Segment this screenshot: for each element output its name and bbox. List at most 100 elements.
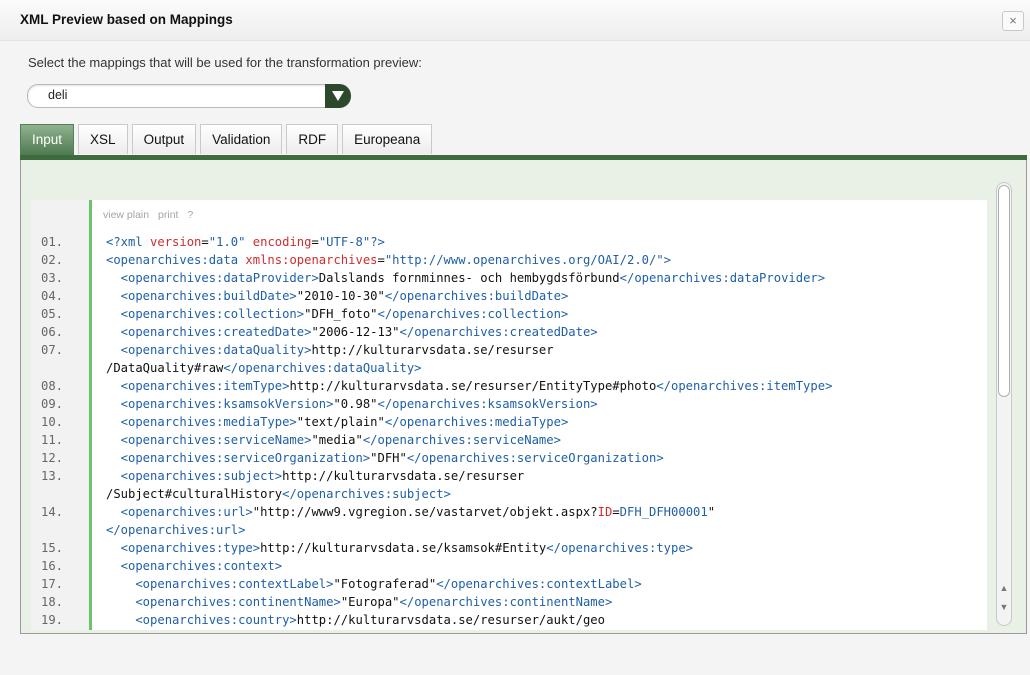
code-line-content: <?xml version="1.0" encoding="UTF-8"?> bbox=[106, 233, 385, 251]
code-line-content: <openarchives:continentName>"Europa"</op… bbox=[106, 593, 612, 611]
code-token: DFH_DFH00001 bbox=[619, 505, 708, 519]
code-token: "Fotograferad" bbox=[333, 577, 437, 591]
code-token: "http://www9.vgregion.se/vastarvet/objek… bbox=[252, 505, 598, 519]
mapping-select[interactable]: deli bbox=[27, 84, 351, 108]
code-line-content: <openarchives:dataProvider>Dalslands for… bbox=[106, 269, 825, 287]
code-token: > bbox=[663, 253, 672, 267]
code-line: 07. <openarchives:dataQuality>http://kul… bbox=[31, 341, 987, 377]
tab-output[interactable]: Output bbox=[131, 124, 197, 154]
code-token: http://kulturarvsdata.se/resurser/Entity… bbox=[289, 379, 657, 393]
code-token: </openarchives:serviceName> bbox=[362, 433, 561, 447]
code-token: "1.0" bbox=[208, 235, 246, 249]
line-number: 17. bbox=[41, 577, 64, 591]
code-token: = bbox=[612, 505, 620, 519]
code-token: "UTF-8" bbox=[318, 235, 371, 249]
line-number: 12. bbox=[41, 451, 64, 465]
code-line-content: <openarchives:serviceName>"media"</opena… bbox=[106, 431, 561, 449]
line-number: 08. bbox=[41, 379, 64, 393]
close-button[interactable]: × bbox=[1002, 11, 1024, 31]
code-token: </openarchives:url> bbox=[106, 523, 246, 537]
code-token: <openarchives:createdDate> bbox=[106, 325, 312, 339]
code-line: 10. <openarchives:mediaType>"text/plain"… bbox=[31, 413, 987, 431]
code-token: "DFH_foto" bbox=[304, 307, 378, 321]
dialog-title: XML Preview based on Mappings bbox=[20, 12, 233, 27]
code-token: ?> bbox=[370, 235, 385, 249]
code-line: 18. <openarchives:continentName>"Europa"… bbox=[31, 593, 987, 611]
code-line-wrapped: /DataQuality#raw</openarchives:dataQuali… bbox=[106, 359, 422, 377]
code-line: 01. <?xml version="1.0" encoding="UTF-8"?… bbox=[31, 233, 987, 251]
code-token: </openarchives:buildDate> bbox=[384, 289, 569, 303]
scrollbar-thumb[interactable] bbox=[998, 185, 1010, 397]
scroll-up-arrow-icon[interactable]: ▲ bbox=[999, 583, 1009, 593]
close-icon: × bbox=[1009, 13, 1017, 28]
code-token: <openarchives:serviceOrganization> bbox=[106, 451, 371, 465]
code-token: </openarchives:ksamsokVersion> bbox=[377, 397, 598, 411]
code-line: 09. <openarchives:ksamsokVersion>"0.98"<… bbox=[31, 395, 987, 413]
code-line-content: <openarchives:type>http://kulturarvsdata… bbox=[106, 539, 693, 557]
code-token: encoding bbox=[252, 235, 312, 249]
code-toolbar: view plain print ? bbox=[103, 209, 199, 221]
chevron-down-icon bbox=[325, 84, 351, 108]
code-token: <openarchives:continentName> bbox=[106, 595, 341, 609]
code-line-content: <openarchives:ksamsokVersion>"0.98"</ope… bbox=[106, 395, 598, 413]
code-line-content: <openarchives:collection>"DFH_foto"</ope… bbox=[106, 305, 569, 323]
code-token: <openarchives:dataProvider> bbox=[106, 271, 319, 285]
code-token: </openarchives:itemType> bbox=[656, 379, 833, 393]
tab-rdf[interactable]: RDF bbox=[286, 124, 339, 154]
line-number: 10. bbox=[41, 415, 64, 429]
code-token: "0.98" bbox=[333, 397, 378, 411]
vertical-scrollbar[interactable]: ▲ ▼ bbox=[996, 182, 1012, 626]
line-number: 01. bbox=[41, 235, 64, 249]
code-token: "2010-10-30" bbox=[296, 289, 385, 303]
code-line: 19. <openarchives:country>http://kultura… bbox=[31, 611, 987, 629]
code-line-content: <openarchives:context> bbox=[106, 557, 282, 575]
tab-input[interactable]: Input bbox=[20, 124, 75, 155]
code-viewer: view plain print ? 01. <?xml version="1.0… bbox=[31, 200, 987, 630]
line-number: 15. bbox=[41, 541, 64, 555]
scroll-down-arrow-icon[interactable]: ▼ bbox=[999, 602, 1009, 612]
tab-europeana[interactable]: Europeana bbox=[342, 124, 433, 154]
code-token: </openarchives:subject> bbox=[282, 487, 451, 501]
code-token: <openarchives:itemType> bbox=[106, 379, 290, 393]
line-number: 05. bbox=[41, 307, 64, 321]
code-token: /DataQuality#raw bbox=[106, 361, 224, 375]
code-line-content: <openarchives:dataQuality>http://kultura… bbox=[106, 341, 554, 359]
code-token: <openarchives:collection> bbox=[106, 307, 305, 321]
tab-panel-input: view plain print ? 01. <?xml version="1.0… bbox=[20, 160, 1027, 634]
tab-bar: Input XSL Output Validation RDF European… bbox=[20, 124, 436, 155]
code-line-content: <openarchives:buildDate>"2010-10-30"</op… bbox=[106, 287, 569, 305]
code-line: 05. <openarchives:collection>"DFH_foto"<… bbox=[31, 305, 987, 323]
code-line: 12. <openarchives:serviceOrganization>"D… bbox=[31, 449, 987, 467]
code-token: <openarchives:context> bbox=[106, 559, 283, 573]
code-token: version bbox=[150, 235, 202, 249]
view-plain-link[interactable]: view plain bbox=[103, 209, 149, 221]
code-token: </openarchives:contextLabel> bbox=[436, 577, 642, 591]
code-token: "text/plain" bbox=[296, 415, 385, 429]
code-token: <openarchives:country> bbox=[106, 613, 297, 627]
code-token: http://kulturarvsdata.se/resurser bbox=[311, 343, 554, 357]
line-number: 09. bbox=[41, 397, 64, 411]
code-line-content: <openarchives:country>http://kulturarvsd… bbox=[106, 611, 605, 629]
mapping-select-value: deli bbox=[48, 88, 68, 102]
line-number: 07. bbox=[41, 343, 64, 357]
code-token: <openarchives:contextLabel> bbox=[106, 577, 334, 591]
tab-validation[interactable]: Validation bbox=[200, 124, 283, 154]
print-link[interactable]: print bbox=[158, 209, 178, 221]
code-token: "http://www.openarchives.org/OAI/2.0/" bbox=[384, 253, 664, 267]
tab-xsl[interactable]: XSL bbox=[78, 124, 128, 154]
code-line: 04. <openarchives:buildDate>"2010-10-30"… bbox=[31, 287, 987, 305]
code-token: http://kulturarvsdata.se/ksamsok#Entity bbox=[260, 541, 547, 555]
code-line-content: <openarchives:subject>http://kulturarvsd… bbox=[106, 467, 525, 485]
code-token: = bbox=[311, 235, 319, 249]
code-token: <openarchives:mediaType> bbox=[106, 415, 297, 429]
code-line-content: <openarchives:mediaType>"text/plain"</op… bbox=[106, 413, 569, 431]
code-token: "Europa" bbox=[340, 595, 400, 609]
help-link[interactable]: ? bbox=[187, 209, 193, 221]
dialog-titlebar: XML Preview based on Mappings × bbox=[0, 0, 1030, 41]
code-token: <openarchives:type> bbox=[106, 541, 261, 555]
code-line: 14. <openarchives:url>"http://www9.vgreg… bbox=[31, 503, 987, 539]
code-line: 06. <openarchives:createdDate>"2006-12-1… bbox=[31, 323, 987, 341]
code-token: <openarchives:serviceName> bbox=[106, 433, 312, 447]
code-line-content: <openarchives:contextLabel>"Fotograferad… bbox=[106, 575, 642, 593]
